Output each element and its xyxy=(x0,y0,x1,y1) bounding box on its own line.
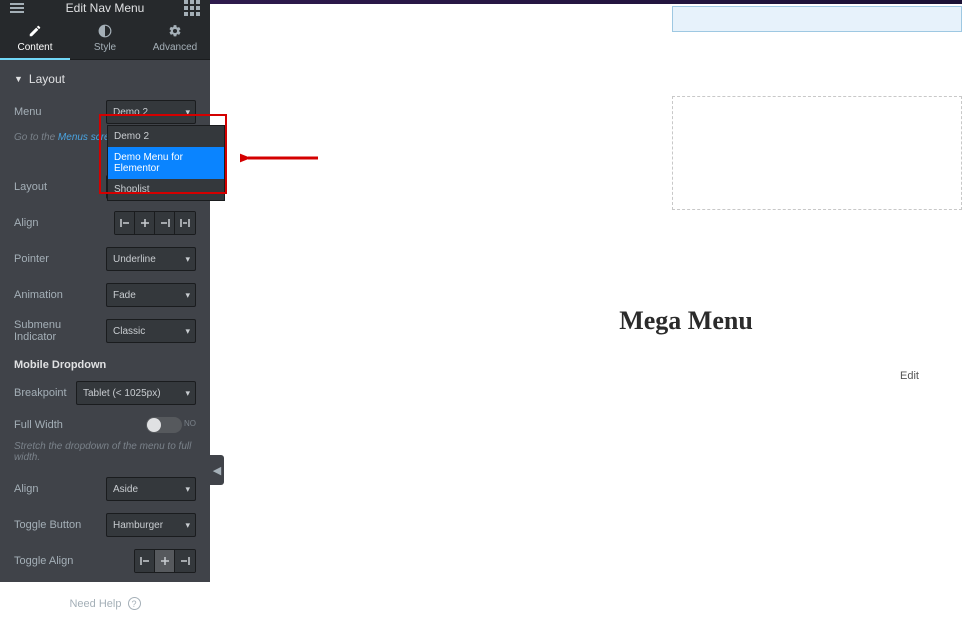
row-toggle-align: Toggle Align xyxy=(14,543,196,579)
align-label: Align xyxy=(14,217,104,229)
menu-select[interactable]: Demo 2 Demo 2 Demo Menu for Elementor Sh… xyxy=(106,100,196,124)
toggle-button-select[interactable]: Hamburger xyxy=(106,513,196,537)
panel-body: ▼ Layout Menu Demo 2 Demo 2 Demo Menu fo… xyxy=(0,60,210,638)
mobile-dropdown-title: Mobile Dropdown xyxy=(14,349,196,375)
tab-label: Style xyxy=(94,42,116,53)
align-center-button[interactable] xyxy=(135,212,155,234)
fullwidth-label: Full Width xyxy=(14,419,104,431)
section-layout[interactable]: ▼ Layout xyxy=(14,60,196,94)
tab-advanced[interactable]: Advanced xyxy=(140,16,210,59)
breakpoint-label: Breakpoint xyxy=(14,387,76,399)
layout-label: Layout xyxy=(14,181,104,193)
tab-label: Content xyxy=(17,42,52,53)
menu-option[interactable]: Demo Menu for Elementor xyxy=(108,147,224,179)
breakpoint-select[interactable]: Tablet (< 1025px) xyxy=(76,381,196,405)
menu-option[interactable]: Demo 2 xyxy=(108,126,224,147)
row-align: Align xyxy=(14,205,196,241)
annotation-arrow-icon xyxy=(240,148,320,168)
gear-icon xyxy=(168,24,182,38)
submenu-select[interactable]: Classic xyxy=(106,319,196,343)
menu-label: Menu xyxy=(14,106,104,118)
sidebar: Edit Nav Menu Content Style Advanced ▼ L… xyxy=(0,0,210,582)
dashed-section[interactable] xyxy=(672,96,962,210)
row-pointer: Pointer Underline xyxy=(14,241,196,277)
row-toggle-button: Toggle Button Hamburger xyxy=(14,507,196,543)
hamburger-icon[interactable] xyxy=(10,3,24,13)
mega-menu-title: Mega Menu xyxy=(619,306,753,336)
toggle-align-center-button[interactable] xyxy=(155,550,175,572)
align-stretch-button[interactable] xyxy=(175,212,195,234)
align-right-button[interactable] xyxy=(155,212,175,234)
align-left-button[interactable] xyxy=(115,212,135,234)
section-title: Layout xyxy=(29,72,65,86)
toggle-align-left-button[interactable] xyxy=(135,550,155,572)
menu-option[interactable]: Shoplist xyxy=(108,179,224,200)
fullwidth-hint: Stretch the dropdown of the menu to full… xyxy=(14,439,196,471)
tab-style[interactable]: Style xyxy=(70,16,140,59)
add-section-box[interactable] xyxy=(672,6,962,32)
row-breakpoint: Breakpoint Tablet (< 1025px) xyxy=(14,375,196,411)
edit-link[interactable]: Edit xyxy=(900,370,919,382)
animation-select[interactable]: Fade xyxy=(106,283,196,307)
animation-label: Animation xyxy=(14,289,104,301)
caret-down-icon: ▼ xyxy=(14,74,23,84)
top-strip xyxy=(210,0,962,4)
row-animation: Animation Fade xyxy=(14,277,196,313)
row-menu: Menu Demo 2 Demo 2 Demo Menu for Element… xyxy=(14,94,196,130)
help-icon: ? xyxy=(128,597,141,610)
toggle-align-label: Toggle Align xyxy=(14,555,104,567)
row-submenu: Submenu Indicator Classic xyxy=(14,313,196,349)
toggle-align-group xyxy=(134,549,196,573)
submenu-label: Submenu Indicator xyxy=(14,319,104,343)
contrast-icon xyxy=(98,24,112,38)
panel-title: Edit Nav Menu xyxy=(66,1,145,15)
toggle-button-label: Toggle Button xyxy=(14,519,104,531)
need-help-link[interactable]: Need Help ? xyxy=(14,579,196,628)
align-group xyxy=(114,211,196,235)
fullwidth-toggle[interactable]: NO xyxy=(146,417,182,433)
preview-canvas: Mega Menu Edit Content Area xyxy=(210,0,962,582)
apps-icon[interactable] xyxy=(184,0,200,16)
align2-select[interactable]: Aside xyxy=(106,477,196,501)
sidebar-header: Edit Nav Menu xyxy=(0,0,210,16)
align2-label: Align xyxy=(14,483,104,495)
collapse-panel-button[interactable]: ◀ xyxy=(210,455,224,485)
row-fullwidth: Full Width NO xyxy=(14,411,196,439)
pointer-label: Pointer xyxy=(14,253,104,265)
menu-dropdown: Demo 2 Demo Menu for Elementor Shoplist xyxy=(107,125,225,201)
tab-content[interactable]: Content xyxy=(0,16,70,59)
tab-label: Advanced xyxy=(153,42,197,53)
row-align2: Align Aside xyxy=(14,471,196,507)
pencil-icon xyxy=(28,24,42,38)
toggle-align-right-button[interactable] xyxy=(175,550,195,572)
tabs: Content Style Advanced xyxy=(0,16,210,60)
pointer-select[interactable]: Underline xyxy=(106,247,196,271)
